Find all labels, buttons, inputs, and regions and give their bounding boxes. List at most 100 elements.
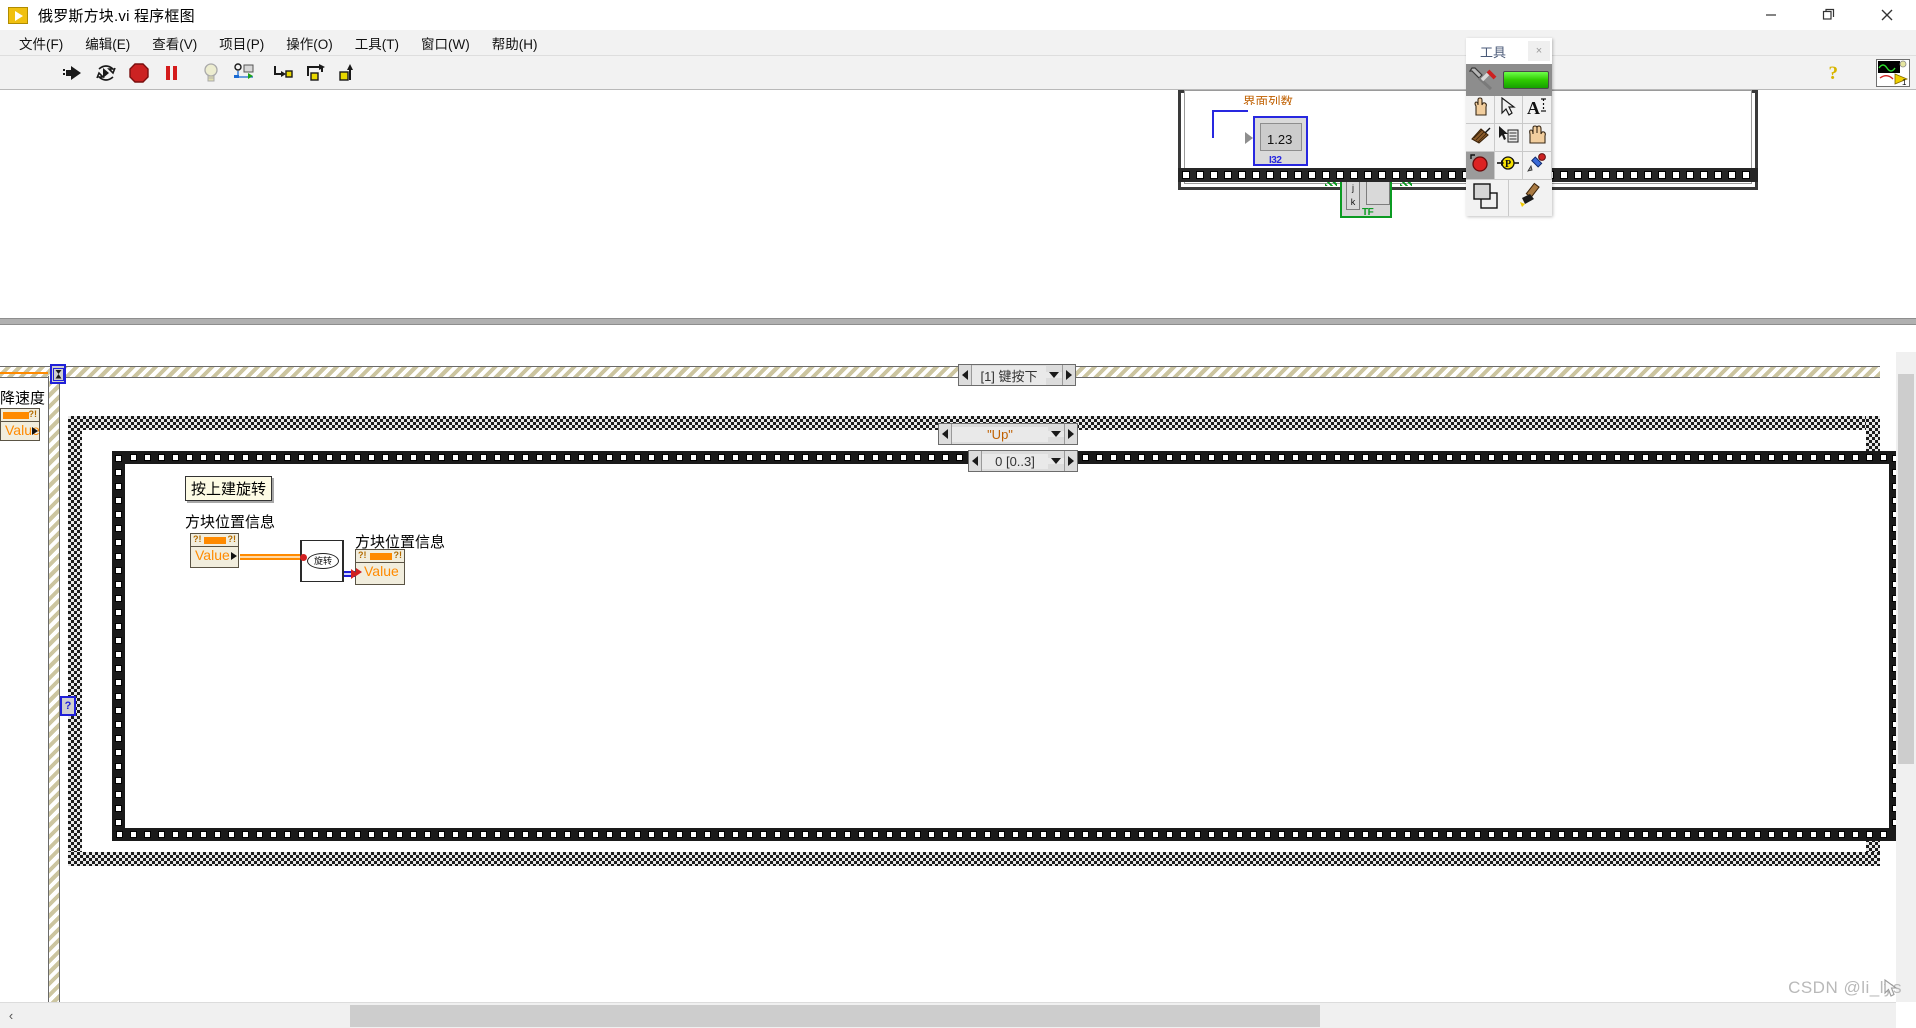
rotation-case-selector[interactable]: 0 [0..3] (968, 450, 1078, 472)
scroll-left-button[interactable]: ‹ (0, 1003, 22, 1028)
property-row[interactable]: Value (1, 422, 40, 439)
connect-wire-tool[interactable] (1466, 124, 1495, 152)
structure-border-square (1406, 171, 1414, 179)
structure-border-square (634, 454, 641, 461)
menu-file[interactable]: 文件(F) (8, 30, 74, 56)
structure-border-square (1852, 454, 1859, 461)
boolean-type-label: TF (1362, 207, 1374, 218)
rotation-case-interior[interactable] (125, 464, 1889, 828)
scroll-window-tool[interactable] (1523, 124, 1552, 152)
structure-border-square (256, 831, 263, 838)
context-help-button[interactable]: ? (1829, 63, 1839, 85)
event-case-selector[interactable]: [1] 键按下 (958, 364, 1076, 386)
menu-help[interactable]: 帮助(H) (481, 30, 549, 56)
previous-key-case-button[interactable] (939, 424, 952, 444)
close-button[interactable] (1858, 0, 1916, 30)
case-selector-terminal[interactable]: ? (60, 696, 76, 716)
abort-execution-button[interactable] (128, 62, 150, 84)
structure-border-square (1768, 454, 1775, 461)
tools-palette-close-button[interactable]: × (1528, 41, 1550, 61)
next-key-case-button[interactable] (1064, 424, 1077, 444)
structure-border-square (1656, 831, 1663, 838)
structure-border-square (844, 454, 851, 461)
vertical-scrollbar-thumb[interactable] (1898, 374, 1914, 764)
vi-connector-icon[interactable]: 1 (1876, 59, 1910, 87)
horizontal-scrollbar-thumb[interactable] (350, 1005, 1320, 1027)
menu-window[interactable]: 窗口(W) (410, 30, 481, 56)
structure-border-square (115, 707, 122, 714)
paint-tool[interactable] (1509, 180, 1552, 216)
menu-edit[interactable]: 编辑(E) (74, 30, 141, 56)
tools-palette[interactable]: 工具 × A P (1466, 38, 1552, 216)
structure-border-square (130, 831, 137, 838)
menu-project[interactable]: 项目(P) (208, 30, 275, 56)
structure-border-square (732, 454, 739, 461)
numeric-display-area: 1.23 (1260, 123, 1302, 151)
structure-border-square (634, 831, 641, 838)
minimize-button[interactable] (1742, 0, 1800, 30)
next-case-button[interactable] (1062, 365, 1075, 385)
menu-operate[interactable]: 操作(O) (275, 30, 344, 56)
set-clear-breakpoint-tool[interactable] (1466, 152, 1495, 180)
boolean-comparison-node[interactable]: jk TF (1340, 176, 1392, 218)
structure-border-square (326, 454, 333, 461)
diagram-comment[interactable]: 按上建旋转 (185, 476, 273, 501)
step-over-button[interactable] (305, 62, 327, 84)
next-rotation-case-button[interactable] (1064, 451, 1077, 471)
structure-border-square (1866, 831, 1873, 838)
previous-rotation-case-button[interactable] (969, 451, 982, 471)
object-shortcut-menu-tool[interactable] (1494, 124, 1524, 152)
structure-border-square (578, 454, 585, 461)
get-set-color-tool[interactable] (1523, 152, 1552, 180)
property-row[interactable]: Value (191, 547, 238, 564)
key-case-dropdown-icon[interactable] (1048, 431, 1064, 437)
case-dropdown-icon[interactable] (1046, 372, 1062, 378)
menu-tools[interactable]: 工具(T) (344, 30, 410, 56)
structure-border-square (1250, 454, 1257, 461)
run-continuously-button[interactable] (95, 62, 117, 84)
property-node-badge-left: ?! (358, 550, 367, 560)
structure-border-square (872, 454, 879, 461)
run-button[interactable] (62, 62, 84, 84)
rotation-case-dropdown-icon[interactable] (1048, 458, 1064, 464)
target-property-node[interactable]: ?! ?! Value (355, 549, 405, 585)
source-property-node[interactable]: ?! ?! Value (190, 533, 239, 568)
structure-border-square (928, 454, 935, 461)
automatic-tool-selection-row[interactable] (1466, 64, 1552, 96)
structure-border-square (1432, 454, 1439, 461)
drop-speed-property-node[interactable]: ?! Value (0, 408, 40, 441)
block-diagram-canvas[interactable]: 界面列数 1.23 I32 jk TF [1] 键按下 降速度 ?! Value… (0, 90, 1916, 1002)
structure-border-square (1222, 831, 1229, 838)
key-case-selector[interactable]: "Up" (938, 423, 1078, 445)
timeout-terminal[interactable] (50, 364, 66, 384)
operate-value-tool[interactable] (1466, 96, 1495, 124)
horizontal-scrollbar[interactable]: ‹ (0, 1002, 1896, 1028)
menu-view[interactable]: 查看(V) (141, 30, 208, 56)
step-into-button[interactable] (272, 62, 294, 84)
to-i32-conversion-node[interactable]: 1.23 I32 (1253, 116, 1308, 166)
property-row[interactable]: Value (356, 563, 404, 580)
structure-border-square (1012, 831, 1019, 838)
tools-palette-titlebar[interactable]: 工具 × (1466, 38, 1552, 64)
structure-border-square (1754, 454, 1761, 461)
structure-border-square (115, 567, 122, 574)
position-size-select-tool[interactable] (1494, 96, 1524, 124)
pause-button[interactable] (161, 62, 183, 84)
edit-text-tool[interactable]: A (1523, 96, 1552, 124)
structure-border-square (494, 831, 501, 838)
structure-border-square (1838, 454, 1845, 461)
step-out-button[interactable] (338, 62, 360, 84)
vertical-scrollbar[interactable] (1896, 352, 1916, 1002)
retain-wire-values-button[interactable] (233, 62, 255, 84)
structure-border-square (1670, 454, 1677, 461)
highlight-execution-button[interactable] (200, 62, 222, 84)
structure-border-square (1474, 454, 1481, 461)
cluster-wire-to-subvi[interactable] (240, 554, 302, 560)
probe-data-tool[interactable]: P (1494, 152, 1524, 180)
structure-border-square (1558, 454, 1565, 461)
previous-case-button[interactable] (959, 365, 972, 385)
rotate-subvi[interactable]: 旋转 (300, 540, 344, 582)
restore-button[interactable] (1800, 0, 1858, 30)
color-foreground-background-tool[interactable] (1466, 180, 1509, 216)
automatic-tool-selection-led[interactable] (1503, 71, 1549, 89)
